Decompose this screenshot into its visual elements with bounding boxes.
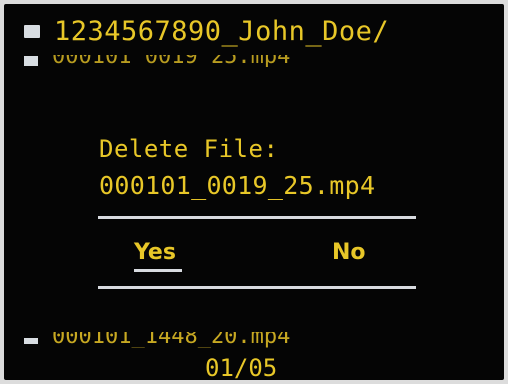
dialog-filename: 000101_0019_25.mp4 [99,171,376,200]
selection-underline [134,269,182,272]
dialog-title: Delete File: [99,135,279,163]
dialog-divider-bottom [98,286,416,289]
folder-icon [24,25,40,38]
folder-row[interactable]: 1234567890_John_Doe/ [24,16,389,47]
device-screen: 1234567890_John_Doe/ 000101_0019_25.mp4 … [4,4,504,380]
file-row[interactable]: 000101_1448_20.mp4 [24,332,290,348]
folder-name: 1234567890_John_Doe/ [54,16,390,47]
file-icon [24,338,38,344]
file-icon [24,56,38,66]
file-row[interactable]: 000101_0019_25.mp4 [24,55,290,67]
page-indicator: 01/05 [205,354,278,380]
no-button[interactable]: No [332,240,366,265]
file-name: 000101_0019_25.mp4 [52,55,290,67]
file-name: 000101_1448_20.mp4 [52,332,291,348]
yes-button[interactable]: Yes [134,240,176,265]
dialog-divider-top [98,216,416,219]
